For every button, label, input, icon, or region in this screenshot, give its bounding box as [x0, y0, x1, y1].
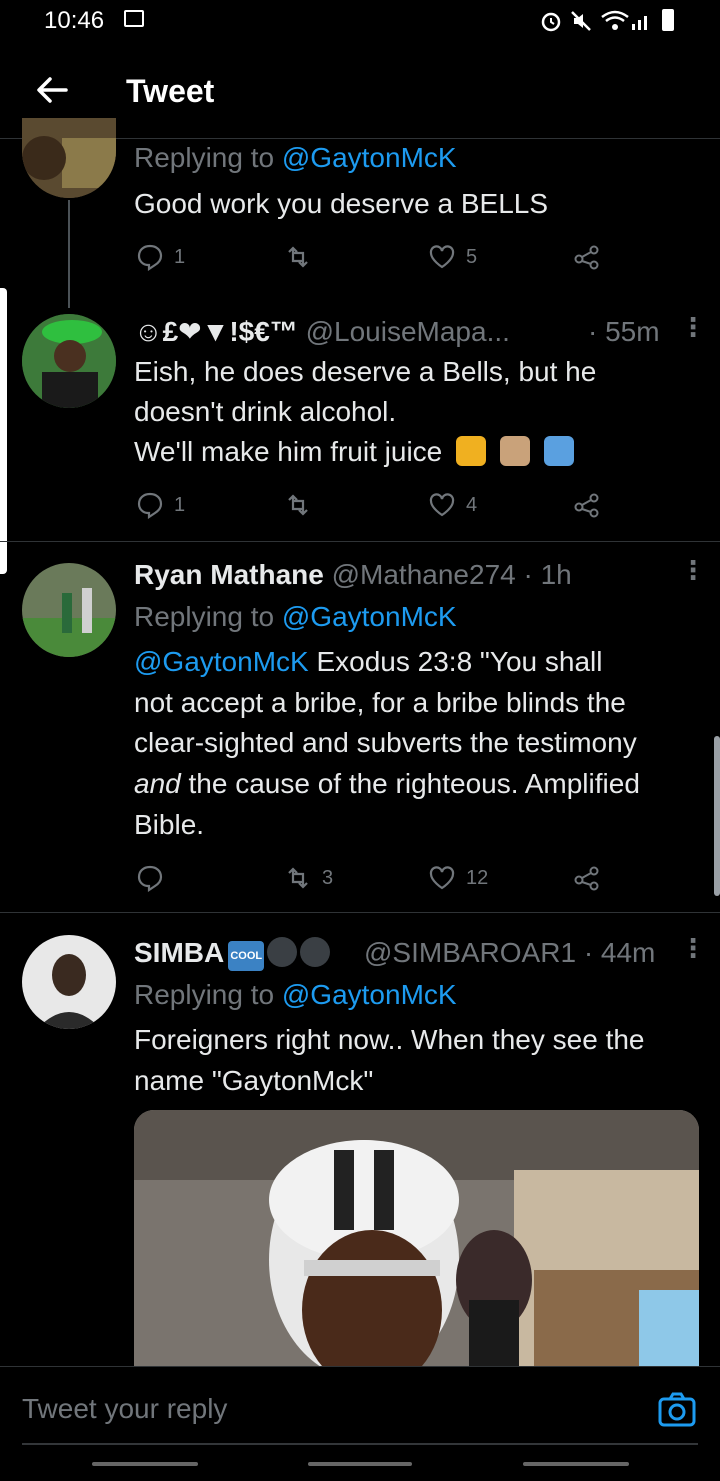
- retweet-button[interactable]: 3: [284, 864, 333, 892]
- heart-icon: [429, 866, 455, 890]
- more-options-icon[interactable]: ⋮: [680, 557, 706, 583]
- share-icon: [574, 866, 599, 891]
- mention-link[interactable]: @GaytonMcK: [282, 601, 457, 632]
- reply-icon: [137, 865, 163, 892]
- tweet-text-line: @GaytonMcK Exodus 23:8 "You shall: [134, 646, 603, 677]
- user-handle[interactable]: @Mathane274: [332, 559, 516, 590]
- retweet-button[interactable]: [284, 243, 312, 271]
- tweet-timestamp: · 55m: [588, 316, 660, 347]
- tweet-text-line: We'll make him fruit juice: [134, 432, 574, 472]
- share-icon: [574, 245, 599, 270]
- avatar[interactable]: [22, 935, 116, 1029]
- tweet-timestamp: · 1h: [523, 559, 572, 590]
- reply-input-underline: [22, 1443, 698, 1445]
- like-button[interactable]: 4: [428, 491, 477, 519]
- black-circle-emoji: [267, 937, 298, 967]
- replying-to: Replying to @GaytonMcK: [134, 142, 457, 173]
- tweet-timestamp: · 44m: [583, 937, 656, 968]
- mention-link[interactable]: @GaytonMcK: [282, 142, 457, 173]
- back-arrow-icon[interactable]: [32, 70, 72, 110]
- avatar[interactable]: [22, 118, 116, 198]
- tweet-text-line: not accept a bribe, for a bribe blinds t…: [134, 687, 626, 718]
- retweet-icon: [288, 867, 308, 889]
- like-button[interactable]: 12: [428, 864, 488, 892]
- tweet-header: SIMBA COOL: [134, 933, 331, 973]
- reply-button[interactable]: [136, 864, 164, 892]
- like-count: 12: [466, 866, 489, 889]
- retweet-icon: [288, 494, 308, 516]
- reply-count: 1: [174, 493, 186, 516]
- like-count: 4: [466, 493, 478, 516]
- reply-icon: [137, 492, 163, 519]
- bubble-tea-emoji: [499, 436, 530, 466]
- reply-icon: [137, 244, 163, 271]
- black-circle-emoji: [300, 937, 331, 967]
- retweet-count: 3: [322, 866, 334, 889]
- tweet-divider: [0, 541, 720, 542]
- status-time: 10:46: [44, 7, 105, 34]
- reply-count: 1: [174, 245, 186, 268]
- user-handle[interactable]: @SIMBAROAR1: [364, 937, 576, 968]
- battery-icon: [662, 9, 674, 31]
- reply-button[interactable]: 1: [136, 243, 185, 271]
- camera-icon[interactable]: [658, 1392, 696, 1428]
- tweet-text-line: doesn't drink alcohol.: [134, 396, 397, 427]
- heart-icon: [429, 245, 455, 269]
- tweet-header: ☺£❤▼!$€™ @LouiseMapa...: [134, 312, 510, 352]
- avatar[interactable]: [22, 563, 116, 657]
- scrollbar[interactable]: [714, 736, 720, 896]
- status-bar: 10:46: [0, 0, 720, 44]
- tweet-header: Ryan Mathane @Mathane274 · 1h: [134, 555, 572, 595]
- tweet-text-line: clear-sighted and subverts the testimony: [134, 727, 637, 758]
- juice-box-emoji: [456, 436, 487, 466]
- tweet-media-video[interactable]: [134, 1110, 699, 1370]
- more-options-icon[interactable]: ⋮: [680, 935, 706, 961]
- retweet-icon: [288, 246, 308, 268]
- share-button[interactable]: [573, 864, 601, 892]
- tweet-text-line: and the cause of the righteous. Amplifie…: [134, 768, 640, 799]
- like-count: 5: [466, 245, 478, 268]
- tweet-text: Good work you deserve a BELLS: [134, 188, 549, 219]
- cup-with-straw-emoji: [543, 436, 574, 466]
- avatar[interactable]: [22, 314, 116, 408]
- replying-to: Replying to @GaytonMcK: [134, 601, 457, 632]
- display-name[interactable]: SIMBA: [134, 937, 224, 968]
- like-button[interactable]: 5: [428, 243, 477, 271]
- nav-gesture-bar[interactable]: [92, 1462, 198, 1466]
- mention-link[interactable]: @GaytonMcK: [282, 979, 457, 1010]
- display-name[interactable]: Ryan Mathane: [134, 559, 324, 590]
- share-button[interactable]: [573, 491, 601, 519]
- more-options-icon[interactable]: ⋮: [680, 314, 706, 340]
- share-icon: [574, 493, 599, 518]
- tweet-text-line: name "GaytonMck": [134, 1065, 374, 1096]
- tweet-text-line: Bible.: [134, 809, 205, 840]
- focus-indicator: [0, 288, 7, 574]
- tweet-text-line: Eish, he does deserve a Bells, but he: [134, 356, 597, 387]
- thread-line: [68, 200, 70, 308]
- retweet-button[interactable]: [284, 491, 312, 519]
- nav-gesture-bar[interactable]: [308, 1462, 412, 1466]
- page-title: Tweet: [126, 73, 215, 109]
- signal-icon: [632, 16, 647, 30]
- cool-badge: COOL: [228, 941, 265, 971]
- nav-gesture-bar[interactable]: [523, 1462, 629, 1466]
- heart-icon: [429, 493, 455, 517]
- reply-input[interactable]: Tweet your reply: [22, 1393, 227, 1425]
- alarm-icon: [541, 12, 561, 32]
- user-handle[interactable]: @LouiseMapa...: [306, 316, 510, 347]
- gallery-notification-icon: [124, 10, 144, 27]
- mute-icon: [571, 11, 591, 31]
- tweet-meta: @SIMBAROAR1 · 44m: [364, 933, 655, 973]
- wifi-icon: [601, 10, 629, 30]
- tweet-text-line: Foreigners right now.. When they see the: [134, 1024, 645, 1055]
- replying-to: Replying to @GaytonMcK: [134, 979, 457, 1010]
- mention-link[interactable]: @GaytonMcK: [134, 646, 309, 677]
- reply-button[interactable]: 1: [136, 491, 185, 519]
- share-button[interactable]: [573, 243, 601, 271]
- tweet-divider: [0, 912, 720, 913]
- display-name[interactable]: ☺£❤▼!$€™: [134, 316, 298, 347]
